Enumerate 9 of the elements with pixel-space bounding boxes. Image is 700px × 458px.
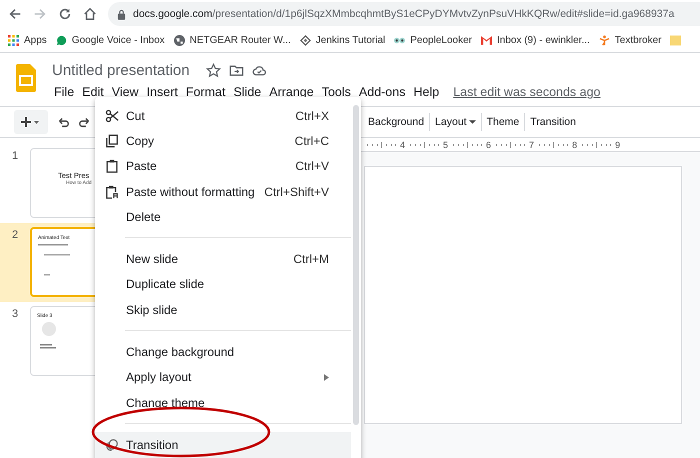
slide-number: 1 bbox=[10, 149, 20, 162]
ruler-number: 6 bbox=[486, 140, 492, 150]
ruler-number: 7 bbox=[529, 140, 534, 150]
slide-number: 3 bbox=[10, 307, 20, 320]
slide-number: 2 bbox=[10, 228, 20, 241]
ruler-number: 5 bbox=[443, 140, 448, 150]
ruler-number: 4 bbox=[400, 140, 406, 150]
ruler-number: 8 bbox=[572, 140, 578, 150]
ruler-number: 9 bbox=[615, 140, 620, 150]
